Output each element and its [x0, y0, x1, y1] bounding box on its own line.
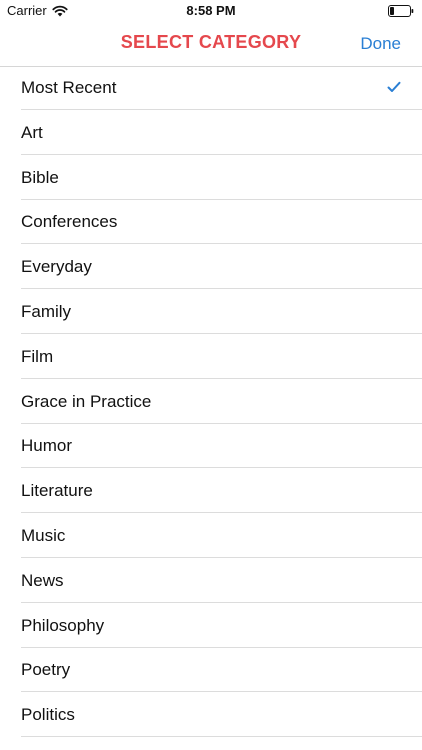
page-title: SELECT CATEGORY [120, 32, 302, 52]
list-item[interactable]: Literature [0, 469, 422, 514]
screen: Carrier 8:58 PM SELECT CATEGORY Done Mos… [0, 0, 422, 750]
category-label: Politics [21, 705, 75, 725]
category-label: Humor [21, 436, 73, 456]
nav-bar: SELECT CATEGORY Done [0, 22, 422, 67]
list-item[interactable]: News [0, 559, 422, 603]
category-label: Conferences [21, 212, 118, 232]
category-label: Literature [21, 481, 93, 501]
category-label: Most Recent [21, 78, 117, 97]
list-item[interactable]: Philosophy [0, 604, 422, 648]
category-label: Philosophy [21, 615, 105, 635]
checkmark-icon [387, 81, 401, 92]
status-time: 8:58 PM [186, 3, 236, 18]
list-item[interactable]: Humor [0, 424, 422, 469]
category-label: Grace in Practice [21, 391, 152, 411]
category-label: Bible [21, 167, 59, 187]
category-label: News [21, 570, 64, 590]
list-item[interactable]: Most Recent [0, 66, 422, 110]
category-label: Poetry [21, 660, 71, 680]
list-item[interactable]: Everyday [0, 245, 422, 290]
category-list: Most Recent Art Bible Conferences Everyday Fa… [0, 66, 422, 738]
battery-icon [388, 5, 414, 17]
list-item[interactable]: Family [0, 290, 422, 334]
list-item[interactable]: Poetry [0, 648, 422, 693]
category-label: Music [21, 525, 66, 545]
list-item[interactable]: Bible [0, 156, 422, 200]
list-item[interactable]: Art [0, 111, 422, 155]
list-item[interactable]: Grace in Practice [0, 380, 422, 424]
list-item[interactable]: Conferences [0, 200, 422, 245]
list-item[interactable]: Politics [0, 693, 422, 738]
category-label: Art [21, 122, 43, 142]
category-label: Everyday [21, 257, 92, 277]
status-bar: Carrier 8:58 PM [0, 0, 422, 22]
done-button[interactable]: Done [360, 34, 401, 54]
list-item[interactable]: Film [0, 335, 422, 379]
list-item[interactable]: Music [0, 514, 422, 558]
category-label: Family [21, 301, 72, 321]
category-label: Film [21, 346, 54, 366]
